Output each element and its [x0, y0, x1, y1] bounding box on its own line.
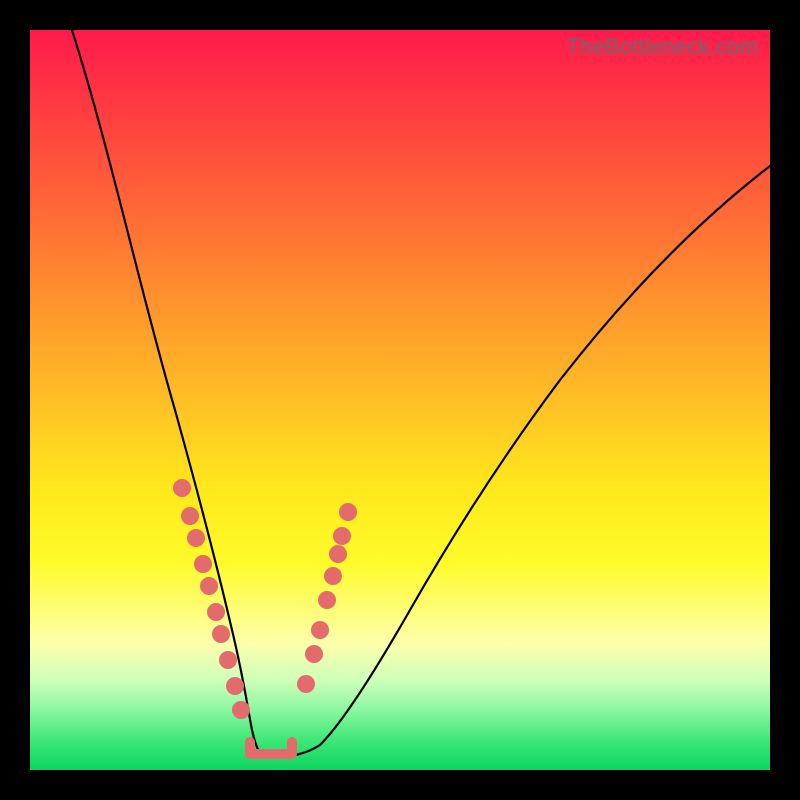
marker-dot — [219, 651, 237, 669]
marker-dot — [333, 527, 351, 545]
curve-right — [278, 166, 770, 757]
plot-area: TheBottleneck.com — [30, 30, 770, 770]
marker-dot — [324, 567, 342, 585]
marker-dot — [181, 507, 199, 525]
marker-dot — [212, 625, 230, 643]
marker-dot — [207, 603, 225, 621]
marker-dot — [173, 479, 191, 497]
marker-dot — [305, 645, 323, 663]
curve-left — [72, 30, 266, 757]
marker-dot — [187, 529, 205, 547]
marker-dot — [194, 555, 212, 573]
marker-dot — [339, 503, 357, 521]
chart-frame: TheBottleneck.com — [0, 0, 800, 800]
marker-dot — [318, 591, 336, 609]
marker-dot — [329, 545, 347, 563]
marker-dot — [311, 621, 329, 639]
marker-dot — [226, 677, 244, 695]
chart-overlay — [30, 30, 770, 770]
marker-dot — [232, 701, 250, 719]
marker-dot — [297, 675, 315, 693]
marker-dot — [200, 577, 218, 595]
